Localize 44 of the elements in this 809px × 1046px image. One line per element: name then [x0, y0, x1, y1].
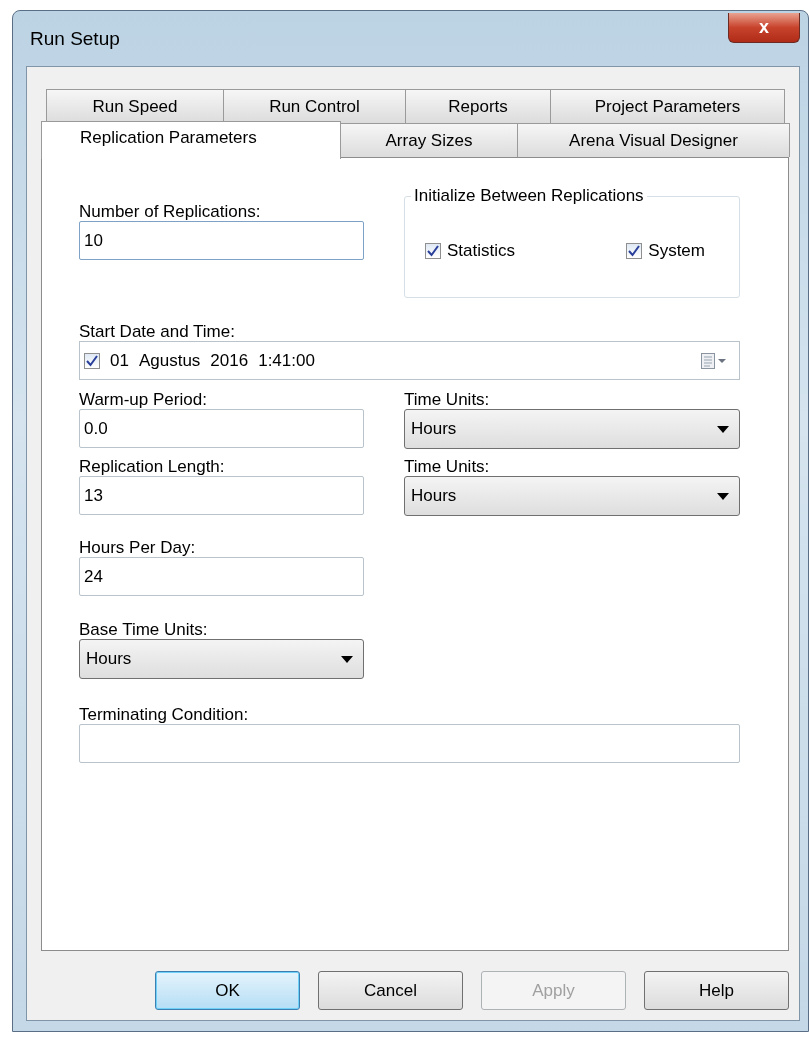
dropdown-arrow-icon [717, 492, 729, 500]
tab[interactable]: Project Parameters [550, 89, 785, 123]
input-field[interactable]: 10 [79, 221, 364, 260]
tab[interactable]: Arena Visual Designer [517, 123, 790, 157]
dropdown[interactable]: Hours [404, 476, 740, 516]
field-label: Time Units: [404, 390, 491, 409]
input-field[interactable] [79, 724, 740, 763]
calendar-dropdown-icon[interactable] [701, 352, 727, 369]
date-part: 01 [110, 350, 129, 371]
tab[interactable]: Reports [405, 89, 551, 123]
checkbox[interactable] [626, 243, 643, 259]
dropdown-arrow-icon [341, 655, 353, 663]
dialog-button[interactable]: OK [155, 971, 300, 1010]
group-title: Initialize Between Replications [411, 186, 647, 206]
tab[interactable]: Array Sizes [340, 123, 518, 157]
window-title: Run Setup [30, 27, 120, 50]
date-part: 1:41:00 [258, 350, 315, 371]
field-label: Start Date and Time: [79, 322, 236, 341]
field-label: Hours Per Day: [79, 538, 197, 557]
dropdown[interactable]: Hours [79, 639, 364, 679]
checkbox[interactable] [425, 243, 441, 259]
field-label: Replication Length: [79, 457, 226, 476]
date-part: 2016 [210, 350, 249, 371]
field-label: Time Units: [404, 457, 491, 476]
field-label: Number of Replications: [79, 202, 262, 221]
checkbox[interactable] [84, 352, 100, 369]
input-field[interactable]: 13 [79, 476, 364, 515]
tab[interactable]: Replication Parameters [41, 121, 341, 159]
dropdown[interactable]: Hours [404, 409, 740, 449]
close-button[interactable]: x [728, 12, 800, 43]
dialog-button[interactable]: Help [644, 971, 789, 1010]
tab[interactable]: Run Control [223, 89, 406, 123]
field-label: Base Time Units: [79, 620, 209, 639]
checkbox-label: System [648, 241, 705, 261]
dropdown-arrow-icon [717, 425, 729, 433]
date-part: Agustus [138, 350, 201, 371]
tab[interactable]: Run Speed [46, 89, 224, 123]
input-field[interactable]: 0.0 [79, 409, 364, 448]
checkbox-label: Statistics [447, 241, 516, 261]
input-field[interactable]: 24 [79, 557, 364, 596]
dialog-button[interactable]: Cancel [318, 971, 463, 1010]
field-label: Warm-up Period: [79, 390, 208, 409]
date-time-picker[interactable]: 01 Agustus 2016 1:41:00 [79, 341, 740, 380]
field-label: Terminating Condition: [79, 705, 250, 724]
